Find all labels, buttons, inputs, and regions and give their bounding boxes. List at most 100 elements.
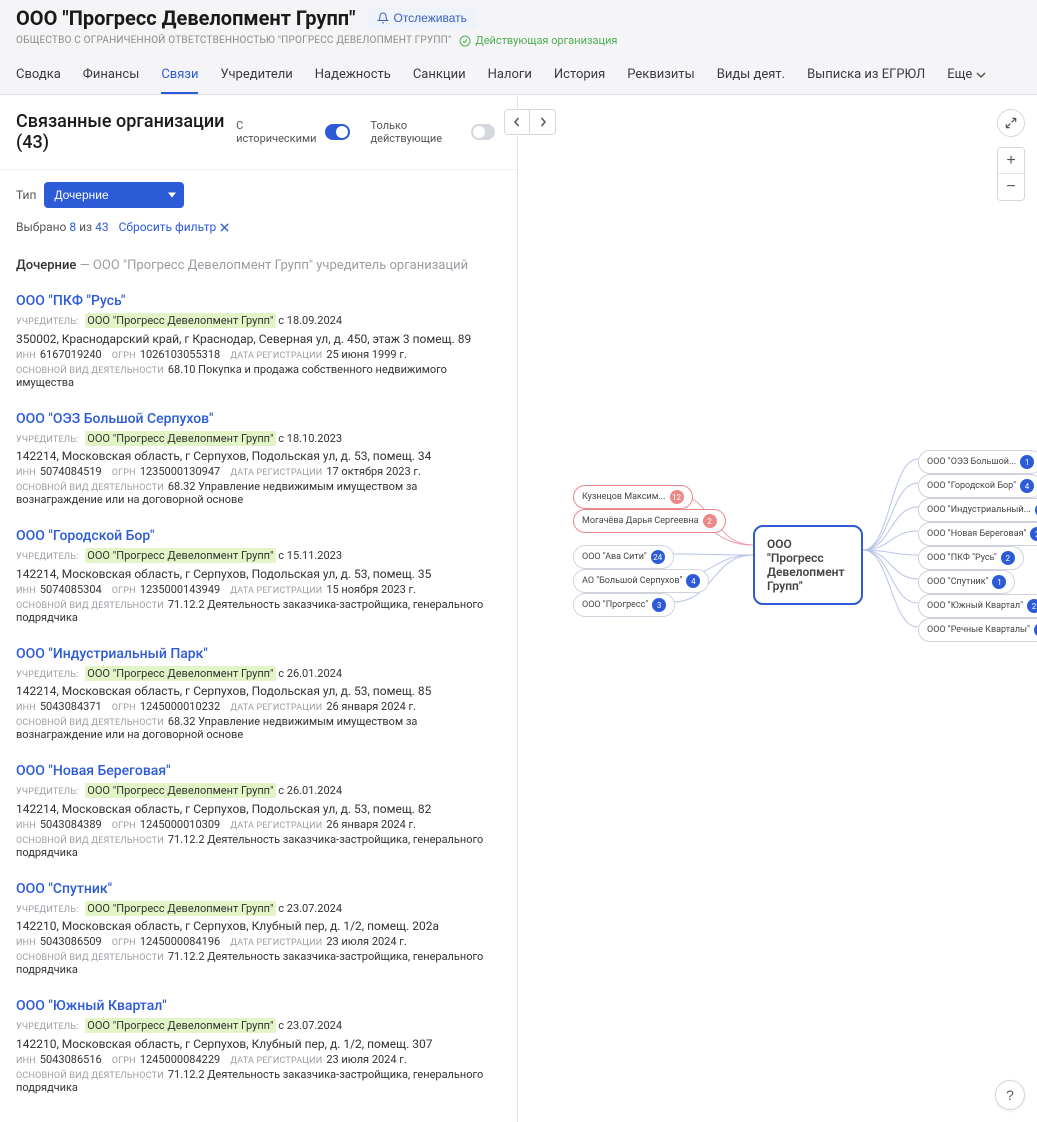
graph-node-person[interactable]: Кузнецов Максим... 12 bbox=[573, 485, 693, 509]
org-item: ООО "ОЭЗ Большой Серпухов"УЧРЕДИТЕЛЬ: ОО… bbox=[16, 401, 501, 519]
graph-node-right[interactable]: ООО "Новая Береговая" 2 bbox=[918, 522, 1037, 546]
org-address: 142214, Московская область, г Серпухов, … bbox=[16, 684, 501, 698]
inn-value: 5043084389 bbox=[40, 818, 102, 831]
graph-node-right[interactable]: ООО "Южный Квартал"2 bbox=[918, 594, 1037, 618]
node-badge: 2 bbox=[1030, 527, 1037, 541]
tab-8[interactable]: Реквизиты bbox=[627, 59, 694, 94]
track-label: Отслеживать bbox=[393, 11, 466, 25]
tab-5[interactable]: Санкции bbox=[413, 59, 466, 94]
node-badge: 3 bbox=[652, 598, 666, 612]
node-badge: 2 bbox=[1001, 551, 1015, 565]
tab-7[interactable]: История bbox=[554, 59, 605, 94]
tab-9[interactable]: Виды деят. bbox=[717, 59, 785, 94]
org-address: 142214, Московская область, г Серпухов, … bbox=[16, 567, 501, 581]
selected-total: 43 bbox=[95, 220, 109, 234]
org-name-link[interactable]: ООО "ПКФ "Русь" bbox=[16, 293, 501, 309]
regdate-value: 25 июня 1999 г. bbox=[326, 348, 407, 361]
founder-since: с 15.11.2023 bbox=[278, 549, 342, 562]
filter-type-select[interactable]: Дочерние bbox=[44, 182, 184, 208]
regdate-value: 15 ноября 2023 г. bbox=[326, 583, 416, 596]
ogrn-value: 1245000084196 bbox=[140, 935, 220, 948]
node-label: Могачёва Дарья Сергеевна bbox=[582, 516, 699, 526]
node-badge: 2 bbox=[1027, 599, 1037, 613]
org-name-link[interactable]: ООО "Новая Береговая" bbox=[16, 763, 501, 779]
org-name-link[interactable]: ООО "Индустриальный Парк" bbox=[16, 646, 501, 662]
tab-6[interactable]: Налоги bbox=[488, 59, 532, 94]
graph-node-right[interactable]: ООО "ПКФ "Русь" 2 bbox=[918, 546, 1024, 570]
org-name-link[interactable]: ООО "Спутник" bbox=[16, 881, 501, 897]
node-label: АО "Большой Серпухов" bbox=[582, 576, 682, 586]
tab-1[interactable]: Финансы bbox=[83, 59, 140, 94]
bell-icon bbox=[377, 12, 389, 24]
ogrn-value: 1235000130947 bbox=[140, 465, 220, 478]
regdate-label: ДАТА РЕГИСТРАЦИИ bbox=[230, 468, 322, 478]
status-text: Действующая организация bbox=[475, 34, 617, 47]
node-label: Кузнецов Максим... bbox=[582, 492, 666, 502]
node-label: ООО "Речные Кварталы" bbox=[927, 625, 1030, 635]
graph-node-right[interactable]: ООО "Городской Бор"4 bbox=[918, 474, 1037, 498]
regdate-label: ДАТА РЕГИСТРАЦИИ bbox=[230, 586, 322, 596]
reset-filter-label: Сбросить фильтр bbox=[119, 220, 217, 234]
inn-label: ИНН bbox=[16, 468, 36, 478]
graph-node-right[interactable]: ООО "ОЭЗ Большой...1 bbox=[918, 450, 1037, 474]
founder-name: ООО "Прогресс Девелопмент Групп" bbox=[85, 666, 275, 681]
org-address: 350002, Краснодарский край, г Краснодар,… bbox=[16, 332, 501, 346]
regdate-label: ДАТА РЕГИСТРАЦИИ bbox=[230, 351, 322, 361]
node-badge: 12 bbox=[670, 490, 684, 504]
inn-value: 6167019240 bbox=[40, 348, 102, 361]
graph-node-left[interactable]: АО "Большой Серпухов" 4 bbox=[573, 569, 709, 593]
ogrn-label: ОГРН bbox=[112, 468, 136, 478]
org-name-link[interactable]: ООО "Южный Квартал" bbox=[16, 998, 501, 1014]
inn-label: ИНН bbox=[16, 703, 36, 713]
regdate-label: ДАТА РЕГИСТРАЦИИ bbox=[230, 938, 322, 948]
ogrn-label: ОГРН bbox=[112, 703, 136, 713]
graph-node-left[interactable]: ООО "Ава Сити"24 bbox=[573, 545, 674, 569]
tab-10[interactable]: Выписка из ЕГРЮЛ bbox=[807, 59, 925, 94]
selected-of: из bbox=[79, 220, 92, 234]
founder-label: УЧРЕДИТЕЛЬ: bbox=[16, 552, 79, 562]
graph-node-person[interactable]: Могачёва Дарья Сергеевна2 bbox=[573, 509, 726, 533]
org-item: ООО "Спутник"УЧРЕДИТЕЛЬ: ООО "Прогресс Д… bbox=[16, 871, 501, 989]
track-button[interactable]: Отслеживать bbox=[367, 7, 476, 29]
activity-label: ОСНОВНОЙ ВИД ДЕЯТЕЛЬНОСТИ bbox=[16, 718, 164, 728]
group-subtitle: — ООО "Прогресс Девелопмент Групп" учред… bbox=[80, 258, 469, 273]
ogrn-value: 1245000084229 bbox=[140, 1053, 220, 1066]
toggle-historical[interactable] bbox=[325, 124, 351, 140]
node-label: ООО "Новая Береговая" bbox=[927, 529, 1026, 539]
inn-label: ИНН bbox=[16, 351, 36, 361]
founder-since: с 23.07.2024 bbox=[278, 1019, 342, 1032]
inn-label: ИНН bbox=[16, 821, 36, 831]
org-item: ООО "ПКФ "Русь"УЧРЕДИТЕЛЬ: ООО "Прогресс… bbox=[16, 283, 501, 401]
graph-node-right[interactable]: ООО "Спутник"1 bbox=[918, 570, 1015, 594]
inn-label: ИНН bbox=[16, 1056, 36, 1066]
toggle-active-only[interactable] bbox=[471, 124, 495, 140]
founder-since: с 26.01.2024 bbox=[278, 667, 342, 680]
founder-label: УЧРЕДИТЕЛЬ: bbox=[16, 670, 79, 680]
org-name-link[interactable]: ООО "ОЭЗ Большой Серпухов" bbox=[16, 411, 501, 427]
tab-4[interactable]: Надежность bbox=[315, 59, 391, 94]
ogrn-value: 1245000010232 bbox=[140, 700, 220, 713]
founder-since: с 23.07.2024 bbox=[278, 902, 342, 915]
graph-node-right[interactable]: ООО "Индустриальный...2 bbox=[918, 498, 1037, 522]
check-circle-icon bbox=[459, 35, 471, 47]
org-item: ООО "Новая Береговая"УЧРЕДИТЕЛЬ: ООО "Пр… bbox=[16, 753, 501, 871]
section-title: Связанные организации (43) bbox=[16, 111, 236, 153]
founder-name: ООО "Прогресс Девелопмент Групп" bbox=[85, 431, 275, 446]
org-item: ООО "Индустриальный Парк" УЧРЕДИТЕЛЬ: ООО… bbox=[16, 636, 501, 754]
node-badge: 4 bbox=[686, 574, 700, 588]
founder-name: ООО "Прогресс Девелопмент Групп" bbox=[85, 313, 275, 328]
reset-filter-link[interactable]: Сбросить фильтр bbox=[119, 220, 230, 234]
org-name-link[interactable]: ООО "Городской Бор" bbox=[16, 528, 501, 544]
toggle-hist-label: С историческими bbox=[236, 119, 319, 145]
graph-node-left[interactable]: ООО "Прогресс"3 bbox=[573, 593, 675, 617]
founder-since: с 26.01.2024 bbox=[278, 784, 342, 797]
tab-0[interactable]: Сводка bbox=[16, 59, 61, 94]
tab-2[interactable]: Связи bbox=[161, 59, 198, 94]
graph-node-right[interactable]: ООО "Речные Кварталы"2 bbox=[918, 618, 1037, 642]
inn-value: 5074085304 bbox=[40, 583, 102, 596]
tab-3[interactable]: Учредители bbox=[220, 59, 292, 94]
tab-11[interactable]: Еще bbox=[947, 59, 986, 94]
node-label: ООО "ПКФ "Русь" bbox=[927, 553, 997, 563]
founder-name: ООО "Прогресс Девелопмент Групп" bbox=[85, 901, 275, 916]
graph-node-main[interactable]: ООО "Прогресс Девелопмент Групп" bbox=[753, 525, 863, 605]
